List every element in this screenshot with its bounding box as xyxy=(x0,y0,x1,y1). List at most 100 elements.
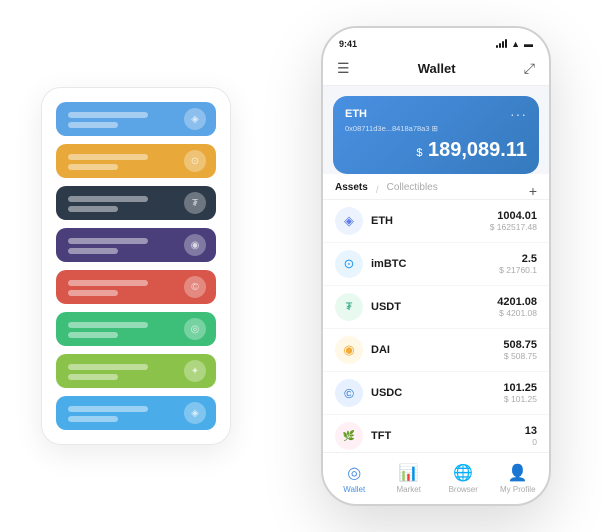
card-line-short xyxy=(68,248,118,254)
eth-balance: $ 189,089.11 xyxy=(345,139,527,162)
asset-values: 4201.08 $ 4201.08 xyxy=(497,296,537,318)
asset-usd: $ 21760.1 xyxy=(499,265,537,275)
list-item[interactable]: ⊙ imBTC 2.5 $ 21760.1 xyxy=(323,243,549,286)
eth-card-menu[interactable]: ··· xyxy=(510,106,527,122)
signal-icon xyxy=(496,40,507,48)
list-item[interactable]: ◉ DAI 508.75 $ 508.75 xyxy=(323,329,549,372)
usdt-icon: ₮ xyxy=(335,293,363,321)
assets-tabs: Assets / Collectibles + xyxy=(323,174,549,200)
tab-group: Assets / Collectibles xyxy=(335,182,438,199)
eth-card-header: ETH ··· xyxy=(345,106,527,122)
asset-list: ◈ ETH 1004.01 $ 162517.48 ⊙ imBTC 2.5 $ … xyxy=(323,200,549,452)
stack-card-4[interactable]: ◉ xyxy=(56,228,216,262)
expand-icon[interactable]: ⤢ xyxy=(524,60,535,77)
card-line xyxy=(68,280,148,286)
card-line xyxy=(68,364,148,370)
stack-card-6[interactable]: ◎ xyxy=(56,312,216,346)
list-item[interactable]: © USDC 101.25 $ 101.25 xyxy=(323,372,549,415)
bottom-nav: ◎ Wallet 📊 Market 🌐 Browser 👤 My Profile xyxy=(323,452,549,504)
card-icon-3: ₮ xyxy=(184,192,206,214)
asset-amount: 13 xyxy=(525,425,537,437)
wallet-nav-icon: ◎ xyxy=(347,463,361,483)
asset-name: USDC xyxy=(371,387,503,399)
nav-item-profile[interactable]: 👤 My Profile xyxy=(491,463,546,494)
asset-amount: 1004.01 xyxy=(490,210,537,222)
tab-assets[interactable]: Assets xyxy=(335,182,368,199)
card-line-short xyxy=(68,374,118,380)
tab-divider: / xyxy=(376,185,379,196)
phone-header: ☰ Wallet ⤢ xyxy=(323,56,549,86)
eth-icon: ◈ xyxy=(335,207,363,235)
card-icon-4: ◉ xyxy=(184,234,206,256)
card-icon-1: ◈ xyxy=(184,108,206,130)
card-icon-2: ⊙ xyxy=(184,150,206,172)
list-item[interactable]: 🌿 TFT 13 0 xyxy=(323,415,549,452)
asset-name: TFT xyxy=(371,430,525,442)
asset-usd: $ 508.75 xyxy=(503,351,537,361)
stack-card-1[interactable]: ◈ xyxy=(56,102,216,136)
card-line-short xyxy=(68,164,118,170)
wifi-icon: ▲ xyxy=(511,39,520,49)
browser-nav-icon: 🌐 xyxy=(453,463,473,483)
stack-card-3[interactable]: ₮ xyxy=(56,186,216,220)
profile-nav-icon: 👤 xyxy=(508,463,528,483)
status-icons: ▲ ▬ xyxy=(496,39,533,49)
eth-card[interactable]: ETH ··· 0x08711d3e...8418a78a3 ⊞ $ 189,0… xyxy=(333,96,539,174)
card-line xyxy=(68,322,148,328)
asset-usd: $ 101.25 xyxy=(503,394,537,404)
card-line xyxy=(68,154,148,160)
card-icon-6: ◎ xyxy=(184,318,206,340)
asset-usd: 0 xyxy=(525,437,537,447)
add-asset-icon[interactable]: + xyxy=(529,183,537,199)
nav-item-market[interactable]: 📊 Market xyxy=(382,463,437,494)
card-line xyxy=(68,112,148,118)
list-item[interactable]: ◈ ETH 1004.01 $ 162517.48 xyxy=(323,200,549,243)
menu-icon[interactable]: ☰ xyxy=(337,60,350,77)
profile-nav-label: My Profile xyxy=(500,485,536,494)
stack-card-8[interactable]: ◈ xyxy=(56,396,216,430)
asset-usd: $ 162517.48 xyxy=(490,222,537,232)
asset-name: DAI xyxy=(371,344,503,356)
card-line-short xyxy=(68,416,118,422)
asset-name: ETH xyxy=(371,215,490,227)
browser-nav-label: Browser xyxy=(449,485,478,494)
nav-item-wallet[interactable]: ◎ Wallet xyxy=(327,463,382,494)
wallet-nav-label: Wallet xyxy=(343,485,365,494)
page-title: Wallet xyxy=(418,61,456,76)
asset-name: imBTC xyxy=(371,258,499,270)
card-stack: ◈ ⊙ ₮ ◉ © ◎ ✦ xyxy=(41,87,231,445)
imbtc-icon: ⊙ xyxy=(335,250,363,278)
card-icon-5: © xyxy=(184,276,206,298)
phone-frame: 9:41 ▲ ▬ ☰ Wallet ⤢ ETH xyxy=(321,26,551,506)
nav-item-browser[interactable]: 🌐 Browser xyxy=(436,463,491,494)
eth-balance-symbol: $ xyxy=(416,147,422,159)
card-line xyxy=(68,238,148,244)
stack-card-2[interactable]: ⊙ xyxy=(56,144,216,178)
asset-values: 2.5 $ 21760.1 xyxy=(499,253,537,275)
card-line xyxy=(68,196,148,202)
stack-card-7[interactable]: ✦ xyxy=(56,354,216,388)
asset-name: USDT xyxy=(371,301,497,313)
tab-collectibles[interactable]: Collectibles xyxy=(387,182,438,199)
eth-balance-value: 189,089.11 xyxy=(428,139,527,161)
asset-values: 101.25 $ 101.25 xyxy=(503,382,537,404)
eth-address: 0x08711d3e...8418a78a3 ⊞ xyxy=(345,124,527,133)
card-line-short xyxy=(68,122,118,128)
asset-amount: 4201.08 xyxy=(497,296,537,308)
asset-values: 13 0 xyxy=(525,425,537,447)
asset-amount: 508.75 xyxy=(503,339,537,351)
market-nav-icon: 📊 xyxy=(399,463,419,483)
asset-usd: $ 4201.08 xyxy=(497,308,537,318)
list-item[interactable]: ₮ USDT 4201.08 $ 4201.08 xyxy=(323,286,549,329)
eth-card-label: ETH xyxy=(345,108,367,120)
phone-content: ETH ··· 0x08711d3e...8418a78a3 ⊞ $ 189,0… xyxy=(323,86,549,452)
asset-values: 1004.01 $ 162517.48 xyxy=(490,210,537,232)
asset-amount: 2.5 xyxy=(499,253,537,265)
stack-card-5[interactable]: © xyxy=(56,270,216,304)
tft-icon: 🌿 xyxy=(335,422,363,450)
card-icon-8: ◈ xyxy=(184,402,206,424)
asset-amount: 101.25 xyxy=(503,382,537,394)
card-line-short xyxy=(68,332,118,338)
status-bar: 9:41 ▲ ▬ xyxy=(323,28,549,56)
card-line xyxy=(68,406,148,412)
